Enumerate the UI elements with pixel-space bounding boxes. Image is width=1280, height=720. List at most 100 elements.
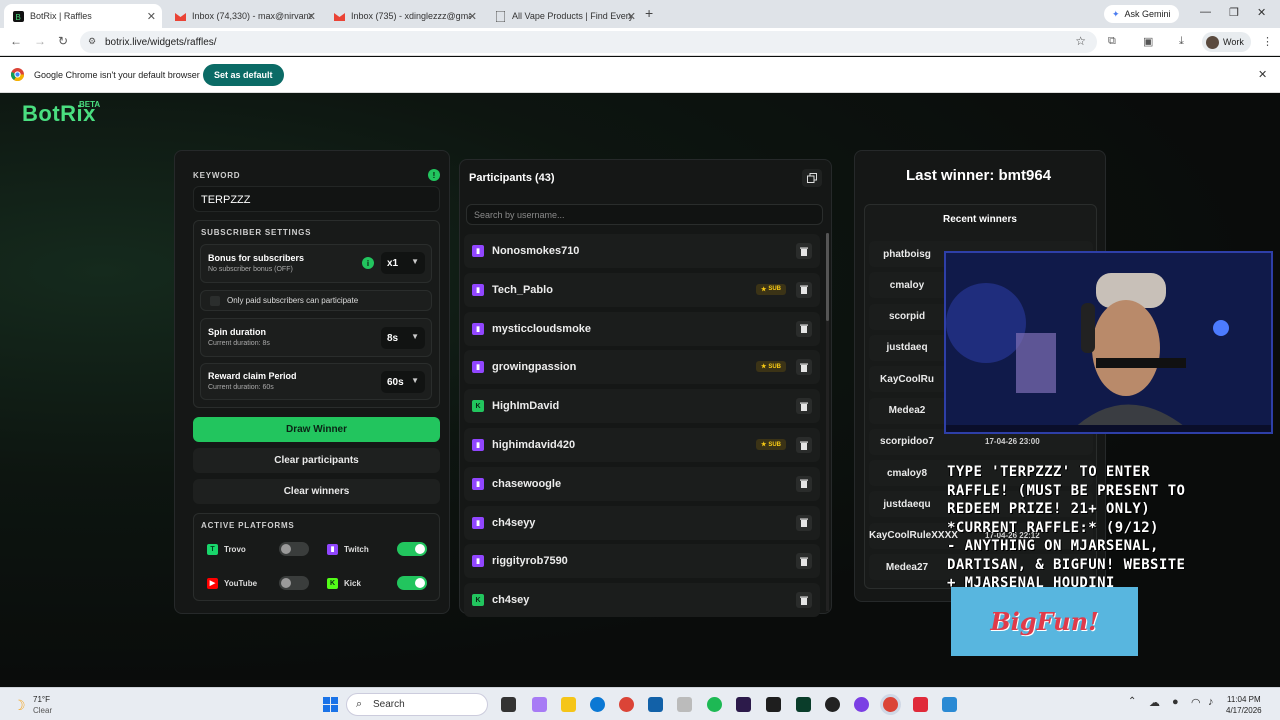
edge-icon[interactable] <box>590 697 605 712</box>
tab-search-icon[interactable]: ▣ <box>1143 35 1157 49</box>
clear-participants-button[interactable]: Clear participants <box>193 448 440 473</box>
default-browser-infobar: Google Chrome isn't your default browser… <box>0 57 1280 93</box>
trash-icon[interactable] <box>796 320 812 337</box>
participant-row[interactable]: ▮ Tech_Pablo ★ SUB <box>464 272 820 307</box>
cloud-icon[interactable]: ☁ <box>1149 696 1160 709</box>
back-icon[interactable]: ← <box>10 34 22 48</box>
last-winner: Last winner: bmt964 <box>906 167 1052 184</box>
info-icon[interactable]: ! <box>428 169 440 181</box>
participant-row[interactable]: ▮ mysticcloudsmoke <box>464 311 820 346</box>
menu-icon[interactable]: ⋮ <box>1262 35 1276 49</box>
close-icon[interactable]: ✕ <box>468 10 477 23</box>
kick-icon: K <box>472 594 484 607</box>
participant-row[interactable]: K HighImDavid <box>464 389 820 424</box>
taskbar-search[interactable]: ⌕ Search <box>346 693 488 716</box>
participant-row[interactable]: ▮ Nonosmokes710 <box>464 234 820 268</box>
sub-badge-label: SUB <box>768 441 781 448</box>
site-info-icon[interactable]: ⚙ <box>88 36 96 47</box>
claim-select[interactable]: 60s ▼ <box>381 371 425 393</box>
draw-winner-button[interactable]: Draw Winner <box>193 417 440 442</box>
ask-gemini-button[interactable]: ✦ Ask Gemini <box>1104 5 1179 23</box>
participant-row[interactable]: ▮ growingpassion ★ SUB <box>464 350 820 385</box>
maximize-icon[interactable]: ❐ <box>1229 6 1239 19</box>
app-icon[interactable] <box>913 697 928 712</box>
profile-button[interactable]: Work <box>1202 32 1251 52</box>
participant-scrollbar[interactable] <box>826 233 829 611</box>
paid-only-setting[interactable]: Only paid subscribers can participate <box>200 290 432 311</box>
app-icon[interactable] <box>796 697 811 712</box>
clear-winners-button[interactable]: Clear winners <box>193 479 440 504</box>
trash-icon[interactable] <box>796 475 812 492</box>
copilot-icon[interactable] <box>532 697 547 712</box>
volume-icon[interactable]: ♪ <box>1208 696 1214 708</box>
tab-gmail-2[interactable]: Inbox (735) - xdinglezzz@gmai ✕ <box>325 4 483 28</box>
weather-icon[interactable]: ☽ <box>13 697 26 714</box>
trash-icon[interactable] <box>796 592 812 609</box>
weather-widget[interactable]: 71°F Clear <box>33 694 52 716</box>
copy-icon[interactable] <box>802 169 822 187</box>
app-icon[interactable] <box>677 697 692 712</box>
next-app-icon[interactable] <box>736 697 751 712</box>
trash-icon[interactable] <box>796 359 812 376</box>
participant-row[interactable]: ▮ highimdavid420 ★ SUB <box>464 428 820 462</box>
extensions-icon[interactable]: ⧉ <box>1108 35 1122 49</box>
paid-only-checkbox[interactable] <box>210 296 220 306</box>
task-view-icon[interactable] <box>501 697 516 712</box>
spin-select[interactable]: 8s ▼ <box>381 327 425 349</box>
app-icon[interactable] <box>854 697 869 712</box>
kick-toggle[interactable] <box>397 576 427 590</box>
wifi-icon[interactable]: ◠ <box>1191 696 1201 709</box>
tab-botrix[interactable]: B BotRix | Raffles ✕ <box>4 4 162 28</box>
tab-vape[interactable]: All Vape Products | Find Every D ✕ <box>486 4 642 28</box>
bonus-select[interactable]: x1 ▼ <box>381 252 425 274</box>
participant-row[interactable]: Kch4sey <box>464 583 820 618</box>
microphone-icon[interactable]: ● <box>1172 696 1179 708</box>
spotify-icon[interactable] <box>707 697 722 712</box>
spin-value: 8s <box>387 332 399 344</box>
app-icon[interactable] <box>942 697 957 712</box>
trash-icon[interactable] <box>796 243 812 259</box>
participant-row[interactable]: ▮ chasewoogle <box>464 466 820 501</box>
trovo-toggle[interactable] <box>279 542 309 556</box>
trash-icon[interactable] <box>796 553 812 570</box>
close-icon[interactable]: ✕ <box>147 10 156 23</box>
keyword-label: KEYWORD <box>193 171 241 180</box>
store-icon[interactable] <box>648 697 663 712</box>
trash-icon[interactable] <box>796 281 812 298</box>
download-icon[interactable]: ⤓ <box>1179 35 1193 49</box>
file-explorer-icon[interactable] <box>561 697 576 712</box>
minimize-icon[interactable]: — <box>1200 6 1211 18</box>
chevron-up-icon[interactable]: ⌃ <box>1128 696 1136 707</box>
close-window-icon[interactable]: ✕ <box>1257 6 1266 19</box>
participant-row[interactable]: ▮ riggityrob7590 <box>464 544 820 579</box>
windows-start-icon[interactable] <box>323 697 338 712</box>
bonus-subtitle: No subscriber bonus (OFF) <box>208 266 293 273</box>
new-tab-button[interactable]: + <box>645 5 653 21</box>
sub-badge-label: SUB <box>768 363 781 370</box>
terminal-icon[interactable] <box>766 697 781 712</box>
close-icon[interactable]: ✕ <box>1258 68 1267 81</box>
reload-icon[interactable]: ↻ <box>58 34 68 48</box>
chrome-taskbar-icon[interactable] <box>619 697 634 712</box>
forward-icon[interactable]: → <box>34 34 46 48</box>
winner-name: justdaeq <box>886 342 928 354</box>
close-icon[interactable]: ✕ <box>307 10 316 23</box>
youtube-toggle[interactable] <box>279 576 309 590</box>
info-icon[interactable]: i <box>362 257 374 269</box>
set-default-button[interactable]: Set as default <box>203 64 284 86</box>
trash-icon[interactable] <box>796 398 812 415</box>
address-bar[interactable]: ⚙ botrix.live/widgets/raffles/ ☆ <box>80 31 1097 53</box>
bookmark-star-icon[interactable]: ☆ <box>1075 34 1086 48</box>
tab-gmail-1[interactable]: Inbox (74,330) - max@nirvanac ✕ <box>166 4 322 28</box>
close-icon[interactable]: ✕ <box>627 10 636 23</box>
chevron-down-icon: ▼ <box>411 376 419 385</box>
twitch-toggle[interactable] <box>397 542 427 556</box>
participant-search-input[interactable]: Search by username... <box>466 204 823 225</box>
clock[interactable]: 11:04 PM 4/17/2026 <box>1226 694 1262 716</box>
chrome-active-icon[interactable] <box>883 697 898 712</box>
keyword-input[interactable]: TERPZZZ <box>193 186 440 212</box>
trash-icon[interactable] <box>796 514 812 531</box>
participant-row[interactable]: ▮ ch4seyy <box>464 505 820 540</box>
trash-icon[interactable] <box>796 437 812 453</box>
obs-icon[interactable] <box>825 697 840 712</box>
